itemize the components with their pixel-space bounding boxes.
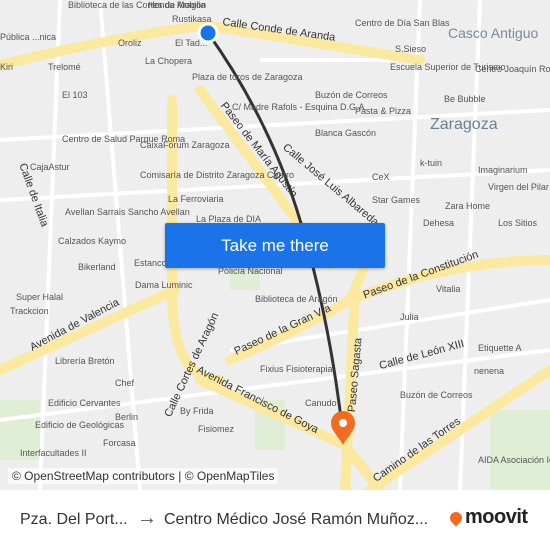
- brand-name: moovit: [465, 506, 528, 528]
- poi-label: Pública ...nica: [0, 32, 57, 42]
- map[interactable]: Calle Conde de Aranda Paseo de María Agu…: [0, 0, 550, 490]
- moovit-pin-icon: [447, 509, 465, 526]
- origin-name: Pza. Del Port...: [20, 511, 128, 528]
- poi-label: Zara Home: [445, 201, 491, 211]
- take-me-there-button[interactable]: Take me there: [165, 223, 385, 268]
- poi-label: Buzón de Correos: [315, 90, 388, 100]
- map-attribution[interactable]: © OpenStreetMap contributors | © OpenMap…: [8, 468, 279, 484]
- poi-label: Star Games: [372, 195, 421, 205]
- poi-label: Blanca Gascón: [315, 128, 377, 138]
- poi-label: Comisaría de Distrito Zaragoza Centro: [140, 170, 295, 180]
- poi-label: Chef: [115, 378, 135, 388]
- poi-label: AIDA Asociación Ictus Aragón: [478, 455, 550, 465]
- poi-label: S.Sieso: [395, 44, 427, 54]
- poi-label: Fisiomez: [198, 424, 235, 434]
- poi-label: Virgen del Pilar: [488, 182, 549, 192]
- poi-label: Librería Bretón: [55, 356, 115, 366]
- poi-label: Buzón de Correos: [400, 390, 473, 400]
- poi-label: k-tuin: [420, 158, 443, 168]
- poi-label: CeX: [372, 172, 390, 182]
- poi-label: Plaza de toros de Zaragoza: [192, 72, 303, 82]
- poi-label: Super Halal: [16, 292, 64, 302]
- moovit-logo: moovit: [447, 506, 528, 529]
- poi-label: Centro de Día San Blas: [355, 18, 450, 28]
- poi-label: Avellan Sarrais Sancho Avellan: [65, 207, 190, 217]
- poi-label: Etiquette A: [478, 343, 522, 353]
- poi-label: Rustikasa: [172, 14, 212, 24]
- poi-label: Fixius Fisioterapia: [260, 364, 333, 374]
- poi-label: Estanco: [134, 258, 167, 268]
- poi-label: Honda Mobilia: [148, 0, 206, 10]
- arrow-right-icon: →: [137, 507, 157, 529]
- poi-label: Calzados Kaymo: [58, 236, 127, 246]
- footer: Pza. Del Port... → Centro Médico José Ra…: [0, 490, 550, 550]
- poi-label: Be Bubble: [444, 94, 486, 104]
- poi-label: Centro Joaquín Roncal: [475, 64, 550, 74]
- poi-label: Kiri: [0, 62, 13, 72]
- poi-label: Interfacultades II: [20, 448, 87, 458]
- poi-label: nenena: [474, 366, 505, 376]
- poi-label: El Tad...: [175, 38, 208, 48]
- poi-label: Edificio de Geológicas: [35, 420, 125, 430]
- poi-label: By Frida: [180, 406, 214, 416]
- poi-label: Trelomé: [48, 62, 81, 72]
- poi-label: Trackcion: [10, 306, 49, 316]
- destination-name: Centro Médico José Ramón Muñoz...: [164, 511, 429, 528]
- poi-label: Vitalia: [436, 284, 461, 294]
- poi-label: La Ferroviaria: [168, 194, 224, 204]
- poi-label: Forcasa: [103, 438, 136, 448]
- poi-label: El 103: [62, 90, 88, 100]
- poi-label: Biblioteca de Aragón: [255, 294, 338, 304]
- area-label: Casco Antiguo: [448, 25, 539, 41]
- poi-label: Dehesa: [423, 218, 455, 228]
- poi-label: Oroliz: [118, 38, 142, 48]
- poi-label: Canudo: [305, 398, 337, 408]
- poi-label: C/ Madre Rafols - Esquina D.G.A.: [232, 102, 368, 112]
- poi-label: Julia: [400, 312, 419, 322]
- poi-label: La Chopera: [145, 56, 193, 66]
- poi-label: Bikerland: [78, 262, 116, 272]
- poi-label: Imaginarium: [478, 165, 528, 175]
- poi-label: Dama Luminic: [135, 280, 193, 290]
- area-label: Zaragoza: [430, 116, 498, 133]
- poi-label: CajaAstur: [30, 162, 70, 172]
- poi-label: Los Sitios: [498, 218, 538, 228]
- poi-label: CaixaForum Zaragoza: [140, 140, 230, 150]
- poi-label: Edificio Cervantes: [48, 398, 121, 408]
